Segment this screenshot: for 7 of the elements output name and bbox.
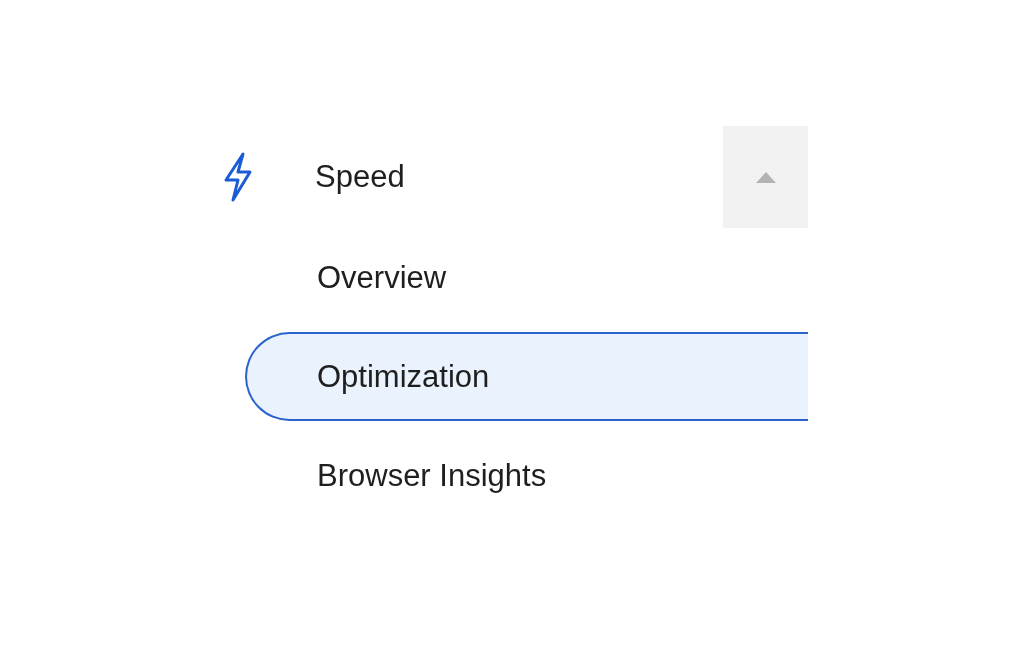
nav-item[interactable]: Browser Insights xyxy=(245,431,808,520)
nav-item[interactable]: Overview xyxy=(245,233,808,322)
section-title: Speed xyxy=(315,159,406,195)
collapse-button[interactable] xyxy=(723,126,808,228)
nav-item[interactable]: Optimization xyxy=(245,332,808,421)
lightning-icon xyxy=(222,152,254,202)
caret-icon xyxy=(755,171,776,183)
